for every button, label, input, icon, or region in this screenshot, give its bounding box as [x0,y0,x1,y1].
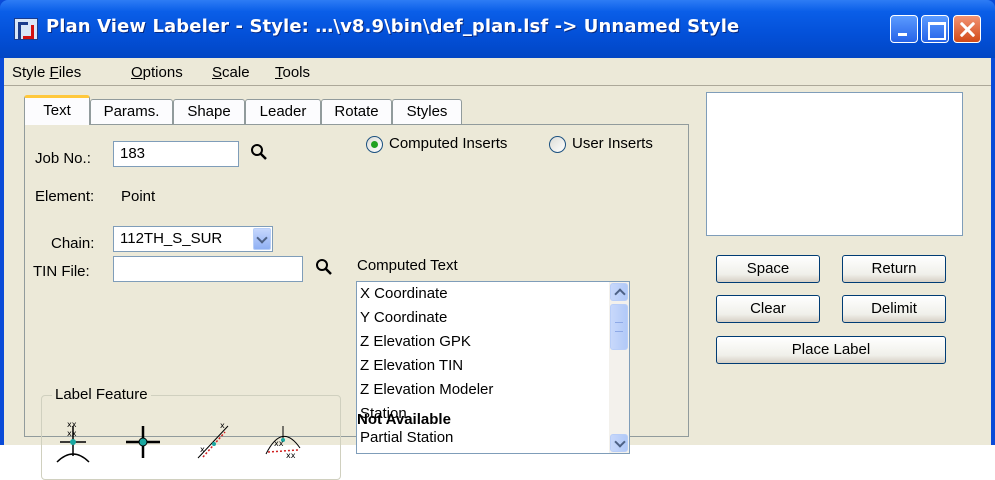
tab-leader[interactable]: Leader [245,99,321,124]
element-label: Element: [35,188,95,205]
feature-crosshair-icon[interactable] [122,418,164,464]
tab-rotate[interactable]: Rotate [321,99,392,124]
scroll-thumb[interactable] [610,304,628,350]
tab-shape[interactable]: Shape [173,99,245,124]
window-title: Plan View Labeler - Style: …\v8.9\bin\de… [46,16,740,37]
clear-button[interactable]: Clear [716,295,820,323]
radio-user-inserts[interactable] [549,136,566,153]
radio-user-label[interactable]: User Inserts [572,135,653,152]
list-item[interactable]: Z Elevation GPK [360,333,471,350]
menu-label-part: ools [282,64,311,81]
list-item[interactable]: Partial Station [360,429,453,446]
label-feature-title: Label Feature [52,386,151,403]
chain-label: Chain: [51,235,95,252]
space-button[interactable]: Space [716,255,820,283]
list-item[interactable]: Z Elevation Modeler [360,381,493,398]
job-search-icon[interactable] [250,143,268,161]
scroll-up-icon[interactable] [610,283,628,301]
chain-combobox[interactable]: 112TH_S_SUR [113,226,273,252]
feature-point-icon[interactable]: xx xx [52,418,94,464]
menu-label-part: ptions [142,64,183,81]
place-label-button[interactable]: Place Label [716,336,946,364]
maximize-button[interactable] [921,15,949,43]
tin-search-icon[interactable] [315,258,333,276]
radio-computed-label[interactable]: Computed Inserts [389,135,507,152]
menu-accelerator: T [275,64,283,81]
menu-accelerator: O [131,64,143,81]
tin-file-input[interactable] [113,256,303,282]
tab-styles[interactable]: Styles [392,99,462,124]
tab-params[interactable]: Params. [90,99,173,124]
menu-label-part: Style [12,64,50,81]
job-number-label: Job No.: [35,150,91,167]
menu-label-part: cale [222,64,250,81]
scroll-down-icon[interactable] [610,434,628,452]
close-button[interactable] [953,15,981,43]
job-number-input[interactable]: 183 [113,141,239,167]
menu-options[interactable]: Options [131,64,183,81]
svg-text:xx: xx [67,420,77,429]
computed-text-listbox[interactable]: X Coordinate Y Coordinate Z Elevation GP… [356,281,630,454]
tin-file-label: TIN File: [33,263,90,280]
menu-scale[interactable]: Scale [212,64,250,81]
menu-accelerator: F [49,64,59,81]
chevron-down-icon[interactable] [253,228,271,250]
feature-line-icon[interactable]: x x [192,418,234,464]
title-bar[interactable]: Plan View Labeler - Style: …\v8.9\bin\de… [0,0,995,58]
list-scrollbar[interactable] [609,282,629,453]
menu-tools[interactable]: Tools [275,64,310,81]
menu-style-files[interactable]: Style Files [12,64,81,81]
list-item[interactable]: Z Elevation TIN [360,357,463,374]
list-item[interactable]: X Coordinate [360,285,448,302]
svg-text:xx: xx [286,451,296,460]
svg-text:x: x [220,421,225,430]
label-preview-box [706,92,963,236]
tab-text[interactable]: Text [24,95,90,125]
minimize-button[interactable] [890,15,918,43]
computed-text-label: Computed Text [357,257,458,274]
svg-text:x: x [200,445,205,454]
return-button[interactable]: Return [842,255,946,283]
status-text: Not Available [357,411,451,428]
svg-text:xx: xx [67,429,77,438]
menu-label-part: iles [58,64,82,81]
plan-view-labeler-window: Plan View Labeler - Style: …\v8.9\bin\de… [0,0,995,480]
element-value: Point [121,188,156,205]
menu-accelerator: S [212,64,223,81]
radio-computed-inserts[interactable] [366,136,383,153]
list-item[interactable]: Y Coordinate [360,309,447,326]
text-tab-panel: Job No.: 183 Element: Point Chain: 112TH… [24,124,689,480]
app-icon[interactable] [14,18,38,40]
chain-value: 112TH_S_SUR [120,230,223,247]
menu-bar: Style Files Options Scale Tools [4,58,991,86]
delimit-button[interactable]: Delimit [842,295,946,323]
label-feature-group: Label Feature xx xx x x xx xx [41,386,341,480]
svg-text:xx: xx [274,439,284,448]
dialog-client-area: Style Files Options Scale Tools Text Par… [4,58,991,480]
feature-curve-icon[interactable]: xx xx [262,418,304,464]
